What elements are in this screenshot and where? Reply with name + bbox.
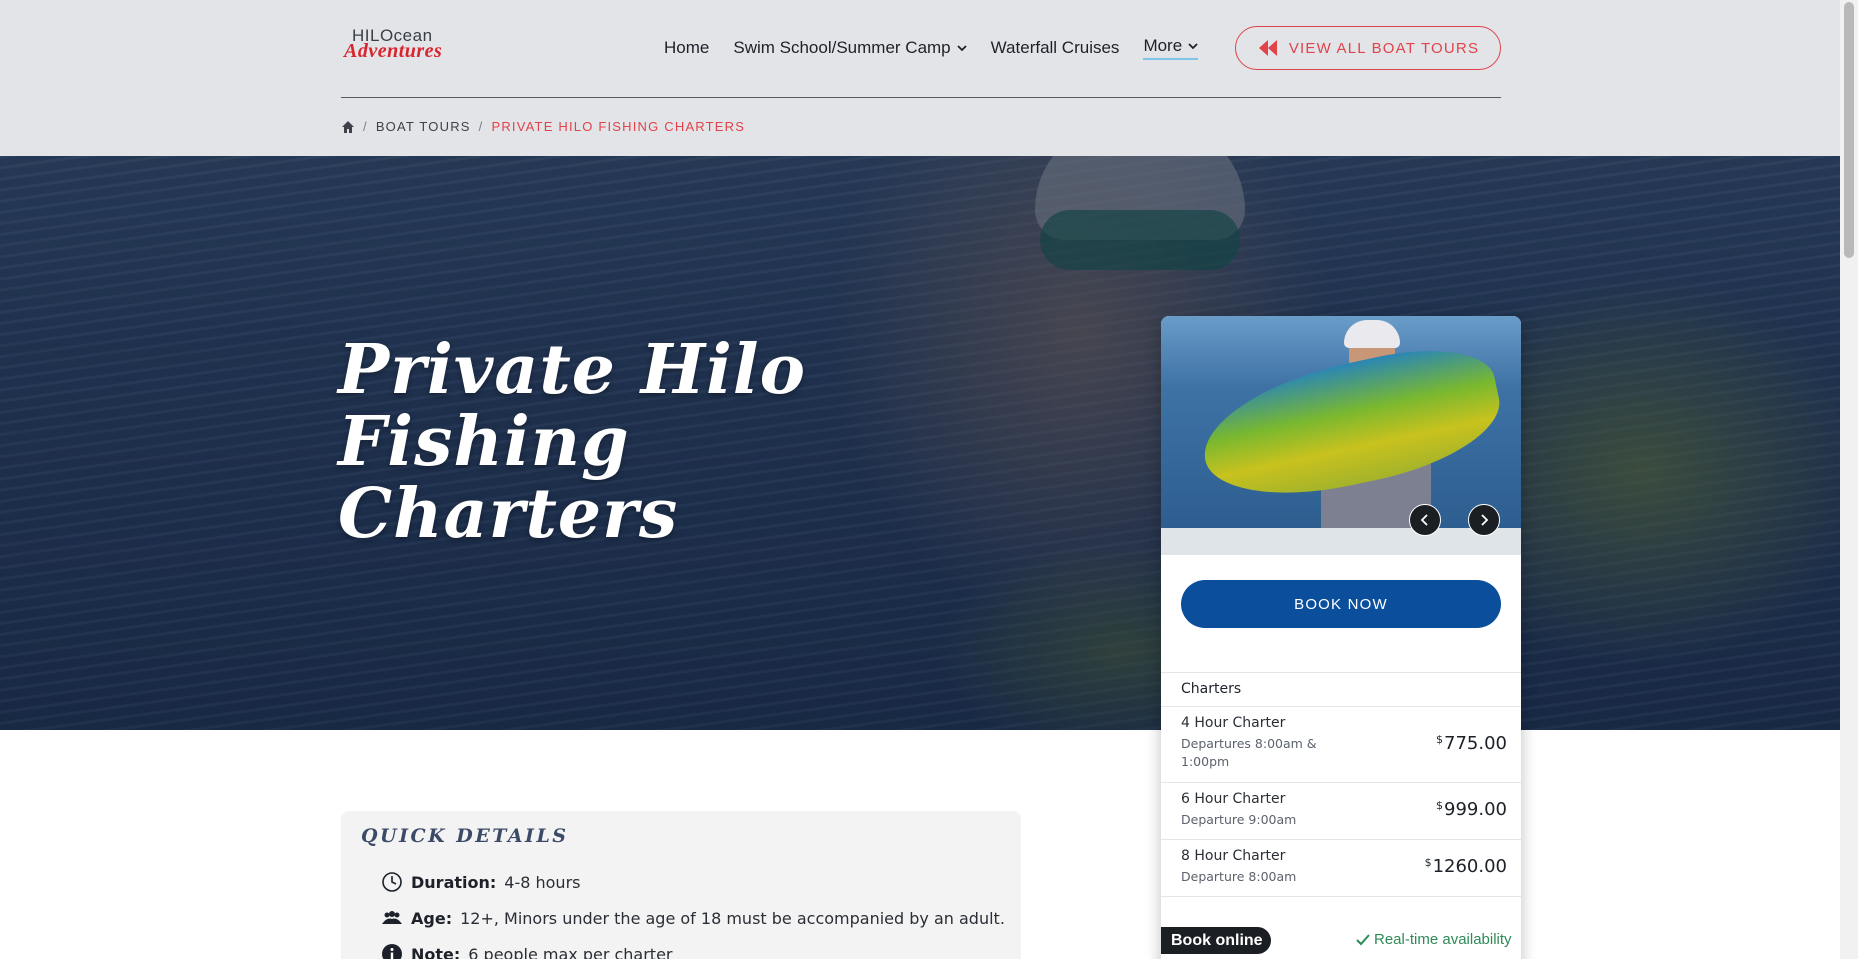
breadcrumb-separator: /	[478, 119, 484, 134]
nav-more-label: More	[1143, 36, 1183, 55]
detail-age: Age: 12+, Minors under the age of 18 mus…	[381, 907, 1005, 929]
charter-price-value: 775.00	[1444, 733, 1507, 754]
charter-price-value: 1260.00	[1432, 856, 1507, 877]
charter-price-value: 999.00	[1444, 799, 1507, 820]
currency-symbol: $	[1436, 733, 1444, 746]
detail-duration: Duration: 4-8 hours	[381, 871, 580, 893]
nav-swim-school[interactable]: Swim School/Summer Camp	[733, 36, 967, 60]
page-title: Private Hilo Fishing Charters	[338, 330, 806, 554]
logo-wordmark-bottom: Adventures	[344, 40, 443, 62]
charter-price: $1260.00	[1425, 856, 1507, 877]
nav-home-label: Home	[664, 38, 710, 57]
view-all-boat-tours-label: VIEW ALL BOAT TOURS	[1288, 39, 1480, 57]
nav-more[interactable]: More	[1143, 36, 1199, 60]
detail-duration-value: 4-8 hours	[504, 872, 581, 892]
page-scrollbar[interactable]	[1840, 0, 1858, 959]
header-divider	[341, 97, 1501, 98]
breadcrumb: / BOAT TOURS / PRIVATE HILO FISHING CHAR…	[341, 119, 745, 134]
view-all-boat-tours-button[interactable]: VIEW ALL BOAT TOURS	[1235, 26, 1501, 70]
charter-departures: Departure 9:00am	[1181, 812, 1297, 827]
book-now-button[interactable]: BOOK NOW	[1181, 580, 1501, 628]
realtime-availability-label: Real-time availability	[1374, 931, 1512, 948]
tour-photo-carousel	[1161, 316, 1521, 555]
detail-age-value: 12+, Minors under the age of 18 must be …	[460, 908, 1005, 928]
charter-option-4-hour[interactable]: 4 Hour Charter Departures 8:00am & 1:00p…	[1161, 707, 1521, 783]
nav-home[interactable]: Home	[664, 36, 709, 60]
chevron-down-icon	[1188, 43, 1198, 50]
scrollbar-thumb[interactable]	[1844, 2, 1854, 258]
breadcrumb-current: PRIVATE HILO FISHING CHARTERS	[491, 119, 746, 134]
charter-departures: Departure 8:00am	[1181, 869, 1297, 884]
nav-waterfall-cruises[interactable]: Waterfall Cruises	[991, 36, 1120, 60]
charter-option-6-hour[interactable]: 6 Hour Charter Departure 9:00am $999.00	[1161, 783, 1521, 840]
home-icon[interactable]	[341, 120, 355, 134]
clock-icon	[382, 872, 402, 892]
site-logo[interactable]: HILOcean Adventures	[344, 26, 470, 62]
breadcrumb-boat-tours[interactable]: BOAT TOURS	[376, 119, 471, 134]
detail-duration-label: Duration:	[411, 872, 497, 892]
charter-departures: Departures 8:00am & 1:00pm	[1181, 736, 1317, 769]
detail-note-label: Note:	[411, 944, 461, 959]
charter-name: 4 Hour Charter	[1181, 715, 1286, 731]
detail-note: Note: 6 people max per charter	[381, 943, 673, 959]
checkmark-icon	[1356, 933, 1370, 945]
photo-angler-cap	[1344, 320, 1400, 348]
site-header: HILOcean Adventures Home Swim School/Sum…	[0, 0, 1840, 156]
currency-symbol: $	[1436, 799, 1444, 812]
charter-price: $775.00	[1436, 733, 1507, 754]
main-nav: Home Swim School/Summer Camp Waterfall C…	[664, 36, 1199, 60]
photo-boat-deck	[1161, 528, 1521, 555]
carousel-prev-button[interactable]	[1409, 504, 1441, 536]
quick-details-title: QUICK DETAILS	[361, 825, 569, 847]
charter-price: $999.00	[1436, 799, 1507, 820]
chevron-right-icon	[1481, 514, 1489, 526]
charters-section-label: Charters	[1161, 672, 1521, 707]
nav-waterfall-label: Waterfall Cruises	[990, 38, 1120, 57]
group-icon	[382, 911, 402, 924]
chevron-left-icon	[1420, 514, 1428, 526]
nav-swim-school-label: Swim School/Summer Camp	[733, 38, 951, 57]
breadcrumb-separator: /	[363, 119, 368, 134]
book-online-badge[interactable]: Book online	[1161, 927, 1271, 954]
carousel-next-button[interactable]	[1468, 504, 1500, 536]
detail-note-value: 6 people max per charter	[468, 944, 673, 959]
detail-age-label: Age:	[411, 908, 453, 928]
chevron-down-icon	[957, 45, 967, 52]
info-icon	[382, 944, 402, 959]
currency-symbol: $	[1424, 856, 1432, 869]
rewind-icon	[1258, 40, 1277, 56]
charter-option-8-hour[interactable]: 8 Hour Charter Departure 8:00am $1260.00	[1161, 840, 1521, 897]
quick-details-panel: QUICK DETAILS Duration: 4-8 hours Age: 1…	[341, 811, 1021, 959]
booking-card: BOOK NOW Charters 4 Hour Charter Departu…	[1161, 316, 1521, 959]
realtime-availability: Real-time availability	[1356, 931, 1512, 948]
